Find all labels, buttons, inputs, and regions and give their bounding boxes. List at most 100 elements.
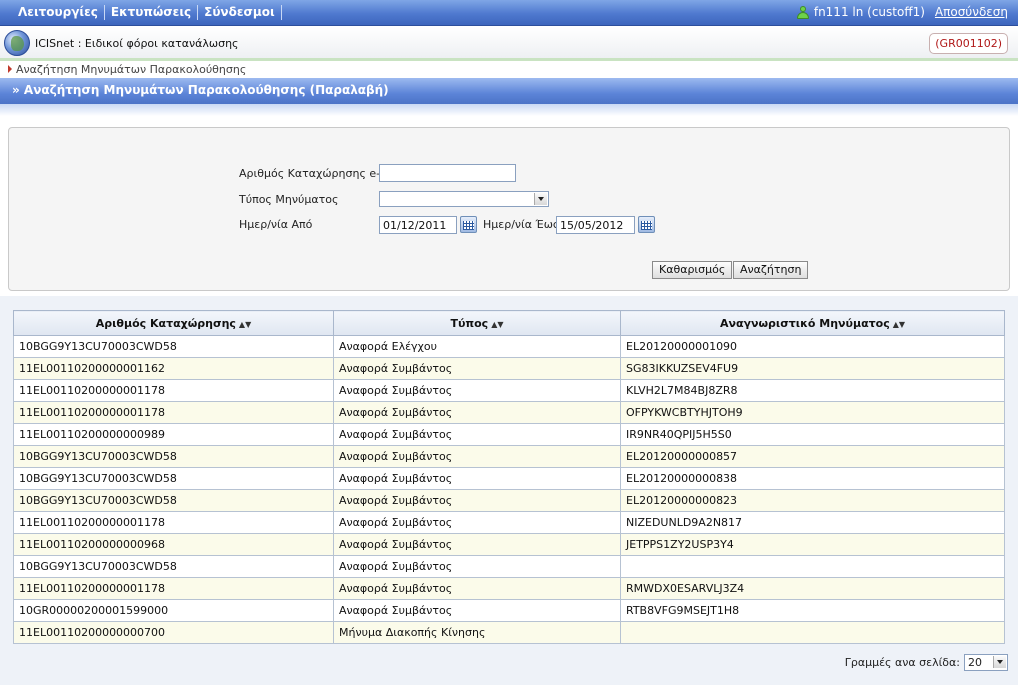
sort-icon[interactable]: ▲▼	[239, 320, 251, 329]
pager: Γραμμές ανα σελίδα: 20	[845, 654, 1008, 671]
table-row[interactable]: 11EL00110200000001162 Αναφορά Συμβάντος SG…	[13, 357, 1005, 380]
user-icon	[796, 5, 809, 19]
cell-type: Αναφορά Συμβάντος	[333, 357, 621, 380]
cell-registration-number: 11EL00110200000001178	[13, 577, 334, 600]
globe-logo-icon	[4, 30, 30, 56]
app-header: ICISnet : Ειδικοί φόροι κατανάλωσης (GR0…	[0, 27, 1018, 61]
cell-registration-number: 11EL00110200000000989	[13, 423, 334, 446]
menu-functions[interactable]: Λειτουργίες	[12, 5, 105, 20]
cell-registration-number: 10BGG9Y13CU70003CWD58	[13, 445, 334, 468]
main-menu: Λειτουργίες Εκτυπώσεις Σύνδεσμοι	[12, 5, 282, 20]
cell-message-id: EL20120000001090	[620, 335, 1005, 358]
cell-registration-number: 10BGG9Y13CU70003CWD58	[13, 467, 334, 490]
cell-message-id: IR9NR40QPIJ5H5S0	[620, 423, 1005, 446]
app-title: ICISnet : Ειδικοί φόροι κατανάλωσης	[35, 37, 239, 50]
date-from-label: Ημερ/νία Από	[239, 218, 313, 231]
cell-registration-number: 11EL00110200000000968	[13, 533, 334, 556]
cell-type: Αναφορά Συμβάντος	[333, 599, 621, 622]
chevron-down-icon[interactable]	[534, 193, 547, 205]
date-from-input[interactable]	[379, 216, 457, 234]
cell-message-id: NIZEDUNLD9A2N817	[620, 511, 1005, 534]
page-title: » Αναζήτηση Μηνυμάτων Παρακολούθησης (Πα…	[0, 78, 1018, 104]
cell-type: Αναφορά Συμβάντος	[333, 555, 621, 578]
cell-message-id: SG83IKKUZSEV4FU9	[620, 357, 1005, 380]
column-header-message-id[interactable]: Αναγνωριστικό Μηνύματος ▲▼	[620, 310, 1005, 336]
cell-registration-number: 10GR00000200001599000	[13, 599, 334, 622]
cell-type: Μήνυμα Διακοπής Κίνησης	[333, 621, 621, 644]
table-row[interactable]: 10BGG9Y13CU70003CWD58 Αναφορά Συμβάντος	[13, 555, 1005, 578]
cell-type: Αναφορά Ελέγχου	[333, 335, 621, 358]
cell-registration-number: 10BGG9Y13CU70003CWD58	[13, 489, 334, 512]
cell-message-id	[620, 621, 1005, 644]
cell-registration-number: 10BGG9Y13CU70003CWD58	[13, 335, 334, 358]
table-row[interactable]: 10BGG9Y13CU70003CWD58 Αναφορά Ελέγχου EL20…	[13, 335, 1005, 358]
date-to-label: Ημερ/νία Έως	[483, 218, 560, 231]
table-row[interactable]: 11EL00110200000000700 Μήνυμα Διακοπής Κίν…	[13, 621, 1005, 644]
registration-number-input[interactable]	[379, 164, 516, 182]
table-row[interactable]: 11EL00110200000000989 Αναφορά Συμβάντος IR…	[13, 423, 1005, 446]
table-row[interactable]: 11EL00110200000001178 Αναφορά Συμβάντος RM…	[13, 577, 1005, 600]
sort-icon[interactable]: ▲▼	[893, 320, 905, 329]
clear-button[interactable]: Καθαρισμός	[652, 261, 733, 279]
cell-registration-number: 11EL00110200000001178	[13, 511, 334, 534]
menu-prints[interactable]: Εκτυπώσεις	[105, 5, 199, 20]
cell-message-id: RMWDX0ESARVLJ3Z4	[620, 577, 1005, 600]
table-row[interactable]: 11EL00110200000001178 Αναφορά Συμβάντος OF…	[13, 401, 1005, 424]
cell-registration-number: 11EL00110200000000700	[13, 621, 334, 644]
table-row[interactable]: 10BGG9Y13CU70003CWD58 Αναφορά Συμβάντος EL…	[13, 467, 1005, 490]
calendar-icon[interactable]	[638, 216, 655, 233]
cell-message-id: RTB8VFG9MSEJT1H8	[620, 599, 1005, 622]
table-row[interactable]: 11EL00110200000001178 Αναφορά Συμβάντος KL…	[13, 379, 1005, 402]
table-header-row: Αριθμός Καταχώρησης ▲▼ Τύπος ▲▼ Αναγνωριστ…	[13, 310, 1005, 336]
cell-type: Αναφορά Συμβάντος	[333, 423, 621, 446]
rows-per-page-value: 20	[968, 656, 982, 669]
cell-message-id: EL20120000000857	[620, 445, 1005, 468]
cell-type: Αναφορά Συμβάντος	[333, 379, 621, 402]
cell-registration-number: 11EL00110200000001162	[13, 357, 334, 380]
breadcrumb-arrow-icon	[8, 65, 12, 73]
top-menu-bar: Λειτουργίες Εκτυπώσεις Σύνδεσμοι fn111 l…	[0, 0, 1018, 26]
cell-type: Αναφορά Συμβάντος	[333, 533, 621, 556]
table-row[interactable]: 10GR00000200001599000 Αναφορά Συμβάντος RT…	[13, 599, 1005, 622]
table-row[interactable]: 10BGG9Y13CU70003CWD58 Αναφορά Συμβάντος EL…	[13, 489, 1005, 512]
registration-number-label: Αριθμός Καταχώρησης e-ΔΕ	[239, 167, 395, 180]
table-row[interactable]: 11EL00110200000000968 Αναφορά Συμβάντος JE…	[13, 533, 1005, 556]
menu-links[interactable]: Σύνδεσμοι	[198, 5, 282, 20]
cell-message-id: EL20120000000838	[620, 467, 1005, 490]
cell-message-id: KLVH2L7M84BJ8ZR8	[620, 379, 1005, 402]
message-type-label: Τύπος Μηνύματος	[239, 193, 339, 206]
cell-registration-number: 11EL00110200000001178	[13, 379, 334, 402]
column-header-registration[interactable]: Αριθμός Καταχώρησης ▲▼	[13, 310, 334, 336]
cell-type: Αναφορά Συμβάντος	[333, 511, 621, 534]
search-button[interactable]: Αναζήτηση	[733, 261, 809, 279]
rows-per-page-label: Γραμμές ανα σελίδα:	[844, 656, 960, 669]
cell-message-id: EL20120000000823	[620, 489, 1005, 512]
table-row[interactable]: 11EL00110200000001178 Αναφορά Συμβάντος NI…	[13, 511, 1005, 534]
cell-registration-number: 11EL00110200000001178	[13, 401, 334, 424]
cell-type: Αναφορά Συμβάντος	[333, 577, 621, 600]
cell-registration-number: 10BGG9Y13CU70003CWD58	[13, 555, 334, 578]
logout-link[interactable]: Αποσύνδεση	[935, 5, 1008, 19]
user-box: fn111 ln (custoff1) Αποσύνδεση	[796, 5, 1008, 19]
chevron-down-icon[interactable]	[993, 656, 1006, 668]
cell-message-id: OFPYKWCBTYHJTOH9	[620, 401, 1005, 424]
results-table: Αριθμός Καταχώρησης ▲▼ Τύπος ▲▼ Αναγνωριστ…	[13, 310, 1005, 644]
sort-icon[interactable]: ▲▼	[491, 320, 503, 329]
cell-type: Αναφορά Συμβάντος	[333, 467, 621, 490]
cell-type: Αναφορά Συμβάντος	[333, 445, 621, 468]
breadcrumb-item[interactable]: Αναζήτηση Μηνυμάτων Παρακολούθησης	[16, 63, 246, 76]
breadcrumb: Αναζήτηση Μηνυμάτων Παρακολούθησης	[0, 62, 1018, 76]
table-row[interactable]: 10BGG9Y13CU70003CWD58 Αναφορά Συμβάντος EL…	[13, 445, 1005, 468]
cell-type: Αναφορά Συμβάντος	[333, 489, 621, 512]
cell-message-id: JETPPS1ZY2USP3Y4	[620, 533, 1005, 556]
user-name: fn111 ln (custoff1)	[813, 5, 925, 19]
rows-per-page-select[interactable]: 20	[964, 654, 1008, 671]
search-panel: Αριθμός Καταχώρησης e-ΔΕ Τύπος Μηνύματος…	[8, 127, 1010, 291]
calendar-icon[interactable]	[460, 216, 477, 233]
date-to-input[interactable]	[556, 216, 635, 234]
cell-type: Αναφορά Συμβάντος	[333, 401, 621, 424]
column-header-type[interactable]: Τύπος ▲▼	[333, 310, 621, 336]
message-type-select[interactable]	[379, 191, 549, 207]
title-shadow	[0, 104, 1018, 116]
cell-message-id	[620, 555, 1005, 578]
